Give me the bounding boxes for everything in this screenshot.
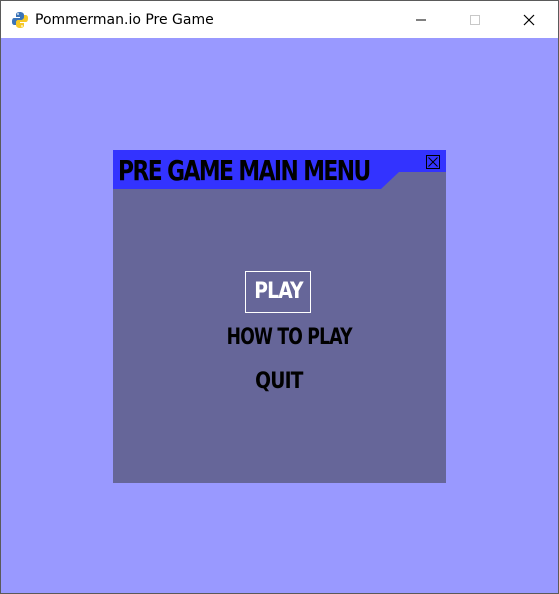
maximize-icon <box>470 15 480 25</box>
app-window: Pommerman.io Pre Game PRE GAME MAIN MENU <box>0 0 559 594</box>
maximize-button[interactable] <box>452 1 498 38</box>
main-menu-panel: PRE GAME MAIN MENU PLAY HOW TO PLAY QUIT <box>113 150 446 483</box>
python-snake-icon <box>11 11 29 29</box>
close-window-button[interactable] <box>506 1 552 38</box>
x-box-icon <box>426 155 440 169</box>
close-icon <box>523 14 535 26</box>
minimize-button[interactable] <box>398 1 444 38</box>
minimize-icon <box>416 19 426 21</box>
title-bar[interactable]: Pommerman.io Pre Game <box>1 1 558 38</box>
how-to-play-label: HOW TO PLAY <box>226 325 353 350</box>
game-canvas: PRE GAME MAIN MENU PLAY HOW TO PLAY QUIT <box>1 38 558 593</box>
menu-close-button[interactable] <box>426 154 440 169</box>
quit-button[interactable]: QUIT <box>249 365 309 399</box>
quit-label: QUIT <box>255 369 303 394</box>
play-label: PLAY <box>253 279 303 304</box>
window-title: Pommerman.io Pre Game <box>35 12 214 28</box>
menu-title: PRE GAME MAIN MENU <box>118 154 371 187</box>
how-to-play-button[interactable]: HOW TO PLAY <box>209 321 353 355</box>
play-button[interactable]: PLAY <box>245 271 311 313</box>
